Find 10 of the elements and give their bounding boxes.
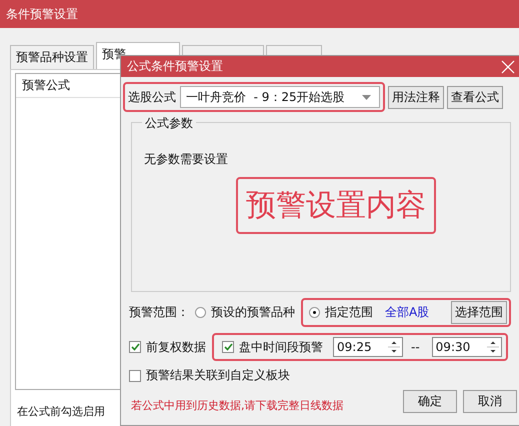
hint-text: 在公式前勾选启用 [16, 404, 106, 420]
time-separator: -- [411, 340, 420, 354]
params-message: 无参数需要设置 [144, 151, 228, 168]
window-title: 条件预警设置 [6, 6, 78, 22]
group-title: 公式参数 [142, 115, 196, 132]
range-label: 预警范围： [129, 304, 189, 321]
formula-label: 选股公式 [128, 88, 176, 106]
warning-note: 若公式中用到历史数据,请下载完整日线数据 [131, 398, 344, 413]
dialog-title: 公式条件预警设置 [127, 58, 223, 75]
callout-label: 预警设置内容 [236, 177, 436, 234]
